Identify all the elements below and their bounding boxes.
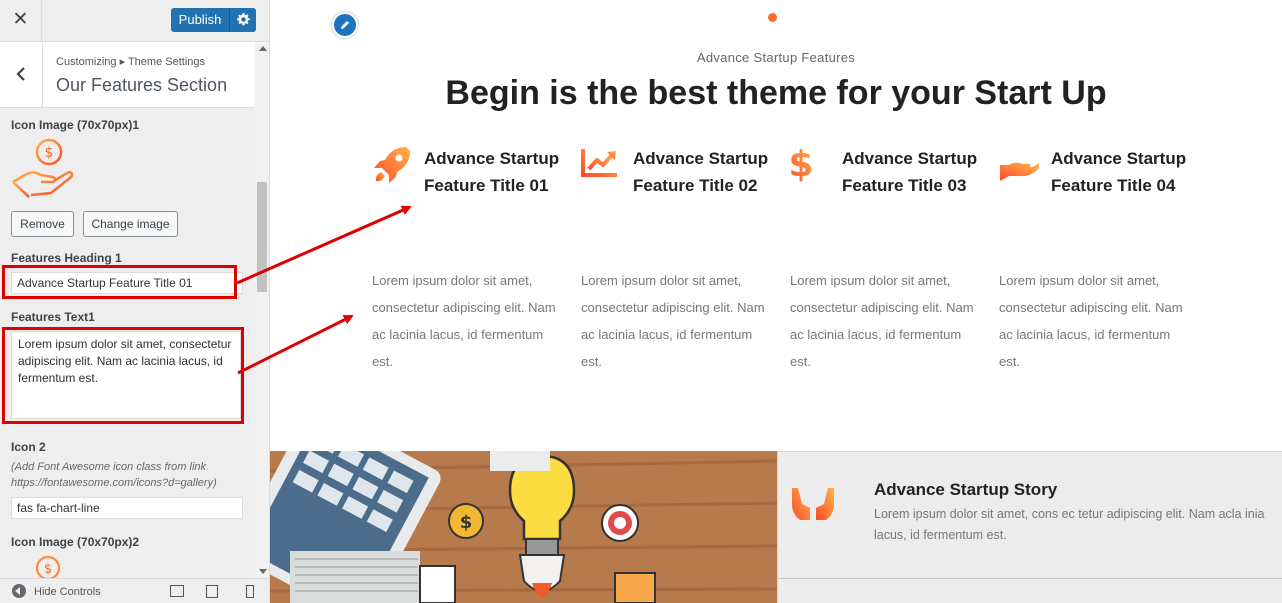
orange-dot <box>768 13 777 22</box>
close-customizer-button[interactable]: ✕ <box>0 0 42 41</box>
customizer-sidebar: ✕ Publish Customizing ▸ Theme Settings O… <box>0 0 270 603</box>
hands-icon <box>792 488 834 520</box>
features-text-1-label: Features Text1 <box>11 310 95 324</box>
svg-text:$: $ <box>460 512 473 533</box>
feature-title: Advance Startup Feature Title 01 <box>424 149 560 195</box>
section-kicker: Advance Startup Features <box>696 50 856 65</box>
feature-title: Advance Startup Feature Title 02 <box>633 149 769 195</box>
panel-title: Our Features Section <box>56 75 228 95</box>
feature-text: Lorem ipsum dolor sit amet, consectetur … <box>999 273 1183 369</box>
back-button[interactable] <box>0 42 43 107</box>
svg-text:$: $ <box>790 145 814 185</box>
publish-button[interactable]: Publish <box>171 8 229 32</box>
chevron-left-icon <box>16 67 25 81</box>
publish-settings-button[interactable] <box>229 8 256 32</box>
breadcrumb: Customizing ▸ Theme Settings <box>56 56 205 68</box>
story-image: $ <box>270 451 777 603</box>
change-image-button[interactable]: Change image <box>83 211 178 237</box>
pencil-icon <box>341 21 349 29</box>
story-text: Lorem ipsum dolor sit amet, cons ec tetu… <box>874 507 1265 542</box>
gear-icon <box>237 13 250 26</box>
feature-title: Advance Startup Feature Title 03 <box>842 149 978 195</box>
remove-image-button[interactable]: Remove <box>11 211 74 237</box>
customizer-footer: Hide Controls <box>0 578 269 603</box>
story-title: Advance Startup Story <box>874 480 1058 499</box>
features-heading-1-input[interactable]: Advance Startup Feature Title 01 <box>11 272 243 294</box>
chart-line-icon <box>581 149 617 177</box>
icon-2-input[interactable]: fas fa-chart-line <box>11 497 243 519</box>
hand-coin-icon: $ <box>12 138 74 198</box>
svg-text:$: $ <box>45 145 54 161</box>
hide-controls-label: Hide Controls <box>34 586 101 598</box>
icon-2-label: Icon 2 <box>11 440 46 454</box>
features-heading-1-label: Features Heading 1 <box>11 251 122 265</box>
features-text-1-textarea[interactable]: Lorem ipsum dolor sit amet, consectetur … <box>11 331 241 419</box>
collapse-icon <box>12 584 26 598</box>
scroll-down-arrow[interactable] <box>259 569 267 574</box>
section-header: Customizing ▸ Theme Settings Our Feature… <box>0 42 255 108</box>
feature-text: Lorem ipsum dolor sit amet, consectetur … <box>372 273 556 369</box>
story-box: Advance Startup Story Lorem ipsum dolor … <box>777 451 1282 603</box>
scroll-up-arrow[interactable] <box>259 46 267 51</box>
rocket-icon <box>374 147 410 183</box>
feature-text: Lorem ipsum dolor sit amet, consectetur … <box>790 273 974 369</box>
icon-image-1-label: Icon Image (70x70px)1 <box>11 118 140 132</box>
svg-text:$: $ <box>44 562 52 577</box>
coin-icon: $ <box>35 555 61 579</box>
edit-shortcut-button[interactable] <box>332 12 358 38</box>
icon-image-2-label: Icon Image (70x70px)2 <box>11 535 140 549</box>
section-title: Begin is the best theme for your Start U… <box>445 74 1107 112</box>
customizer-header: ✕ Publish <box>0 0 269 42</box>
desktop-preview-icon[interactable] <box>170 585 184 597</box>
feature-title: Advance Startup Feature Title 04 <box>1051 149 1187 195</box>
dollar-icon: $ <box>790 145 814 185</box>
mobile-preview-icon[interactable] <box>246 585 254 598</box>
feature-text: Lorem ipsum dolor sit amet, consectetur … <box>581 273 765 369</box>
site-preview: Advance Startup Features Begin is the be… <box>270 0 1282 603</box>
divider <box>778 578 1282 579</box>
tablet-preview-icon[interactable] <box>206 585 218 598</box>
scrollbar-thumb[interactable] <box>257 182 267 292</box>
hand-icon <box>1000 162 1039 181</box>
sidebar-scrollbar[interactable] <box>255 42 269 578</box>
hide-controls-button[interactable]: Hide Controls <box>12 584 101 598</box>
icon-2-description: (Add Font Awesome icon class from link h… <box>11 461 217 489</box>
